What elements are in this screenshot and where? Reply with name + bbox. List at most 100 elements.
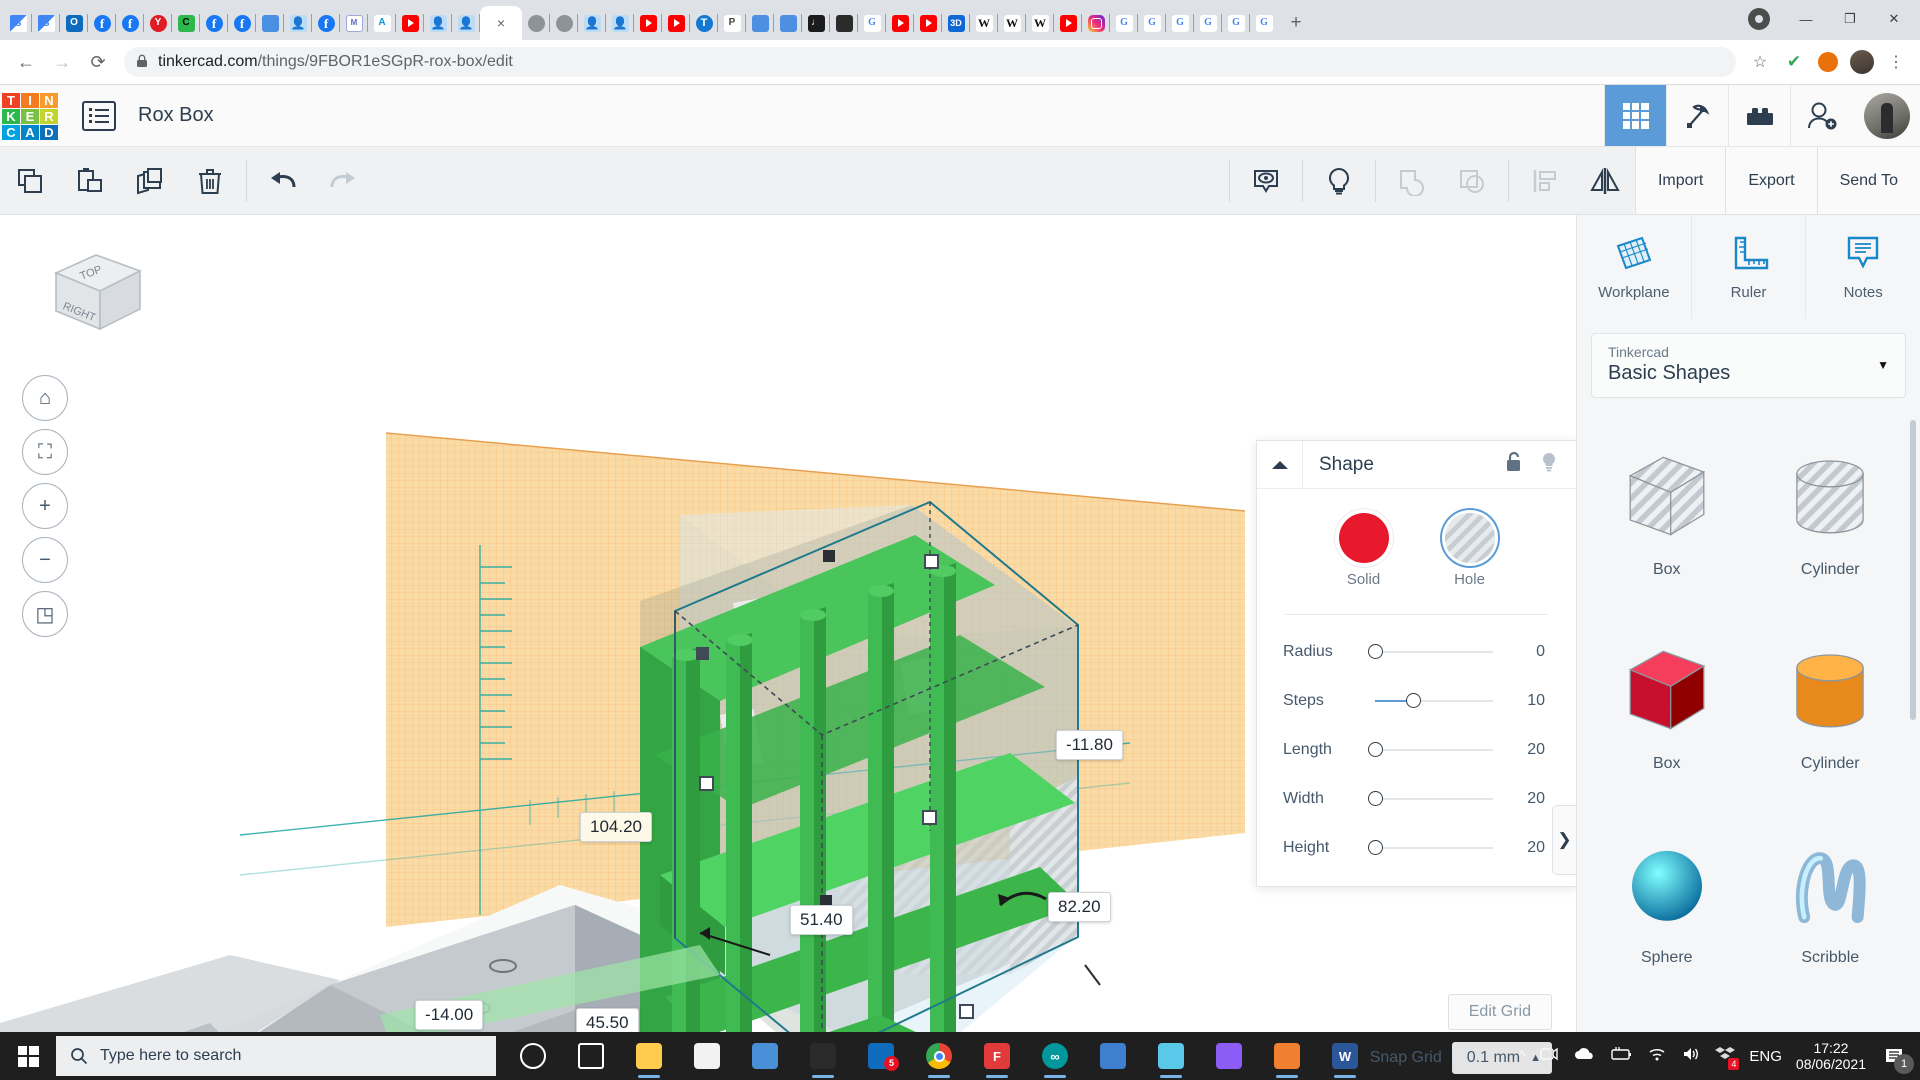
property-value-length[interactable]: 20 bbox=[1505, 741, 1545, 759]
browser-tab[interactable]: G bbox=[1110, 6, 1138, 40]
maximize-button[interactable]: ❐ bbox=[1828, 2, 1872, 36]
browser-tab[interactable] bbox=[746, 6, 774, 40]
action-center-icon[interactable]: 1 bbox=[1880, 1042, 1914, 1074]
property-value-steps[interactable]: 10 bbox=[1505, 692, 1545, 710]
zoom-out-button[interactable]: − bbox=[22, 537, 68, 583]
browser-tab[interactable] bbox=[522, 6, 550, 40]
fit-all-button[interactable]: ⛶ bbox=[22, 429, 68, 475]
3d-viewport[interactable]: TOP RIGHT ⌂ ⛶ + − ◳ -11.80 104.20 51.40 82.20 -1… bbox=[0, 215, 1576, 1080]
taskbar-search[interactable]: Type here to search bbox=[56, 1036, 496, 1076]
shape-card-cylinder-3[interactable]: Cylinder bbox=[1749, 614, 1913, 802]
dimension-104-20[interactable]: 104.20 bbox=[580, 812, 652, 842]
shape-card-box-0[interactable]: Box bbox=[1585, 420, 1749, 608]
browser-tab[interactable] bbox=[606, 6, 634, 40]
paste-button[interactable] bbox=[60, 147, 120, 214]
browser-tab[interactable]: T bbox=[690, 6, 718, 40]
close-tab-icon[interactable]: × bbox=[497, 16, 505, 30]
browser-tab[interactable] bbox=[634, 6, 662, 40]
dimension-minus-14-00[interactable]: -14.00 bbox=[415, 1000, 484, 1030]
designs-menu-icon[interactable] bbox=[82, 100, 116, 131]
battery-icon[interactable] bbox=[1609, 1046, 1633, 1066]
sidebar-item-workplane[interactable]: Workplane bbox=[1577, 215, 1692, 319]
clock[interactable]: 17:22 08/06/2021 bbox=[1796, 1040, 1866, 1072]
browser-tab[interactable] bbox=[774, 6, 802, 40]
browser-tab[interactable]: G bbox=[1138, 6, 1166, 40]
bookmark-star-icon[interactable]: ☆ bbox=[1744, 46, 1776, 78]
property-value-radius[interactable]: 0 bbox=[1505, 643, 1545, 661]
extension-orange-icon[interactable] bbox=[1812, 46, 1844, 78]
collapse-panel-icon[interactable] bbox=[1257, 441, 1303, 488]
shape-card-scribble-5[interactable]: Scribble bbox=[1749, 808, 1913, 996]
browser-tab[interactable] bbox=[914, 6, 942, 40]
edit-grid-button[interactable]: Edit Grid bbox=[1447, 994, 1552, 1030]
mirror-icon[interactable] bbox=[1575, 147, 1635, 214]
browser-tab[interactable]: G bbox=[4, 6, 32, 40]
browser-tab[interactable] bbox=[284, 6, 312, 40]
file-explorer-icon[interactable] bbox=[620, 1032, 678, 1080]
word-icon[interactable]: W bbox=[1316, 1032, 1374, 1080]
volume-icon[interactable] bbox=[1681, 1046, 1701, 1066]
cults-icon[interactable] bbox=[1142, 1032, 1200, 1080]
cura-icon[interactable] bbox=[794, 1032, 852, 1080]
unlock-icon[interactable] bbox=[1504, 451, 1524, 478]
property-slider-radius[interactable] bbox=[1368, 643, 1493, 659]
browser-tab[interactable]: f bbox=[200, 6, 228, 40]
copy-button[interactable] bbox=[0, 147, 60, 214]
zoom-in-button[interactable]: + bbox=[22, 483, 68, 529]
browser-tab[interactable]: W bbox=[1026, 6, 1054, 40]
property-slider-length[interactable] bbox=[1368, 741, 1493, 757]
address-bar[interactable]: tinkercad.com/things/9FBOR1eSGpR-rox-box… bbox=[124, 47, 1736, 77]
browser-tab[interactable]: G bbox=[1222, 6, 1250, 40]
minimize-button[interactable]: — bbox=[1784, 2, 1828, 36]
dimension-minus-11-80[interactable]: -11.80 bbox=[1056, 730, 1123, 760]
dimension-51-40[interactable]: 51.40 bbox=[790, 905, 853, 935]
dropbox-icon[interactable]: 4 bbox=[1715, 1045, 1740, 1070]
prusaslicer-icon[interactable] bbox=[1258, 1032, 1316, 1080]
ortho-perspective-button[interactable]: ◳ bbox=[22, 591, 68, 637]
browser-tab[interactable]: G bbox=[32, 6, 60, 40]
browser-tab[interactable]: f bbox=[116, 6, 144, 40]
browser-tab[interactable]: f bbox=[312, 6, 340, 40]
shape-card-cylinder-1[interactable]: Cylinder bbox=[1749, 420, 1913, 608]
panel-expand-arrow[interactable]: ❯ bbox=[1552, 805, 1576, 875]
browser-tab[interactable]: M bbox=[340, 6, 368, 40]
browser-tab[interactable]: G bbox=[1250, 6, 1278, 40]
browser-tab[interactable] bbox=[886, 6, 914, 40]
bulb-icon[interactable] bbox=[1540, 451, 1558, 478]
browser-tab[interactable] bbox=[1082, 6, 1110, 40]
camera-icon[interactable] bbox=[1084, 1032, 1142, 1080]
user-avatar[interactable] bbox=[1864, 92, 1910, 139]
browser-tab[interactable]: G bbox=[858, 6, 886, 40]
browser-tab[interactable] bbox=[452, 6, 480, 40]
mail-icon[interactable]: 5 bbox=[852, 1032, 910, 1080]
browser-tab[interactable]: A bbox=[368, 6, 396, 40]
cortana-icon[interactable] bbox=[504, 1032, 562, 1080]
browser-tab[interactable] bbox=[424, 6, 452, 40]
add-person-icon[interactable] bbox=[1790, 85, 1852, 146]
browser-tab[interactable] bbox=[578, 6, 606, 40]
hole-option[interactable]: Hole bbox=[1444, 513, 1495, 588]
language-indicator[interactable]: ENG bbox=[1749, 1048, 1782, 1065]
gallery-scrollbar[interactable] bbox=[1910, 420, 1916, 720]
browser-tab[interactable]: Y bbox=[144, 6, 172, 40]
sidebar-item-notes[interactable]: Notes bbox=[1806, 215, 1920, 319]
browser-tab[interactable]: C bbox=[172, 6, 200, 40]
microsoft-store-icon[interactable] bbox=[678, 1032, 736, 1080]
browser-tab[interactable]: 3D bbox=[942, 6, 970, 40]
task-view-icon[interactable] bbox=[562, 1032, 620, 1080]
hole-swatch[interactable] bbox=[1444, 513, 1495, 563]
property-value-height[interactable]: 20 bbox=[1505, 839, 1545, 857]
solid-color-swatch[interactable] bbox=[1338, 513, 1389, 563]
browser-account-avatar[interactable] bbox=[1846, 46, 1878, 78]
undo-button[interactable] bbox=[253, 147, 313, 214]
sidebar-item-ruler[interactable]: Ruler bbox=[1692, 215, 1807, 319]
browser-tab[interactable] bbox=[550, 6, 578, 40]
active-browser-tab[interactable]: × bbox=[480, 6, 522, 40]
reload-icon[interactable]: ⟳ bbox=[80, 44, 116, 80]
export-button[interactable]: Export bbox=[1725, 147, 1817, 214]
snap-grid-select[interactable]: 0.1 mm ▲ bbox=[1451, 1042, 1552, 1074]
browser-tab[interactable] bbox=[396, 6, 424, 40]
light-bulb-icon[interactable] bbox=[1309, 147, 1369, 214]
browser-tab[interactable]: W bbox=[998, 6, 1026, 40]
property-slider-steps[interactable] bbox=[1375, 692, 1493, 708]
